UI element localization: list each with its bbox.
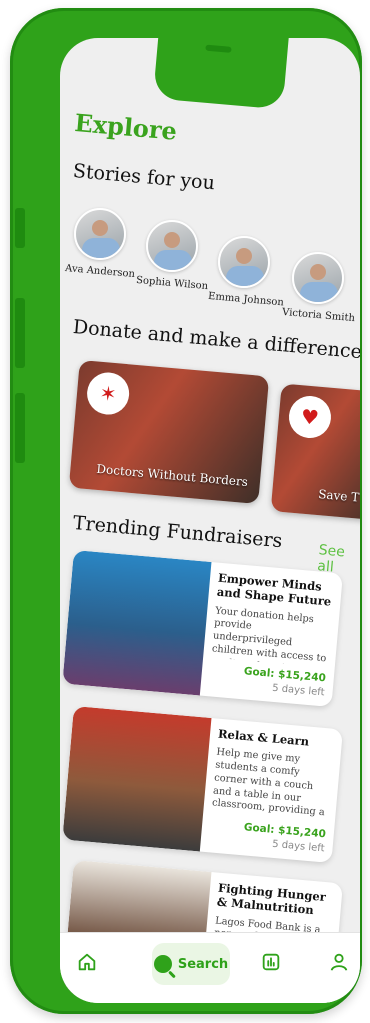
fundraiser-goal: Goal: $15,240 xyxy=(243,821,327,841)
story-name: Sophia Wilson xyxy=(135,274,209,293)
story-item[interactable]: Victoria Smith xyxy=(281,252,356,325)
story-item[interactable]: Emma Johnson xyxy=(207,236,285,309)
trending-heading: Trending Fundraisers xyxy=(72,512,284,553)
org-card-doctors-without-borders[interactable]: ✶ Doctors Without Borders xyxy=(68,359,270,505)
story-name: Ava Anderson xyxy=(64,262,136,281)
org-card-save-the-children[interactable]: ♥ Save T xyxy=(270,383,360,521)
phone-frame: Explore Stories for you Ava Anderson Sop… xyxy=(10,8,362,1014)
stories-heading: Stories for you xyxy=(72,160,216,195)
nav-search-label: Search xyxy=(177,956,229,972)
story-name: Emma Johnson xyxy=(207,290,285,309)
avatar xyxy=(218,236,270,288)
story-item[interactable]: Ava Anderson xyxy=(64,208,136,281)
avatar xyxy=(146,220,198,272)
avatar xyxy=(74,208,126,260)
fundraiser-description: Your donation helps provide underprivile… xyxy=(211,605,327,668)
app-screen: Explore Stories for you Ava Anderson Sop… xyxy=(60,38,360,1003)
fundraiser-days-left: 5 days left xyxy=(271,682,325,699)
nav-search[interactable]: Search xyxy=(152,943,230,985)
page-title: Explore xyxy=(73,108,179,146)
volume-down-button xyxy=(15,393,25,463)
side-button xyxy=(15,208,25,248)
search-icon xyxy=(153,955,172,973)
fundraiser-title: Relax & Learn xyxy=(217,726,310,749)
fundraiser-days-left: 5 days left xyxy=(271,838,325,855)
org-name: Save T xyxy=(317,487,360,505)
fundraiser-title: Empower Minds and Shape Future xyxy=(216,570,332,609)
stats-icon xyxy=(262,953,280,971)
camera-notch xyxy=(152,38,290,110)
nav-stats[interactable] xyxy=(256,947,286,977)
msf-logo-icon: ✶ xyxy=(98,380,118,407)
fundraiser-image xyxy=(62,550,212,696)
msf-logo: ✶ xyxy=(85,370,131,417)
fundraiser-card[interactable]: Empower Minds and Shape Future Your dona… xyxy=(62,550,343,708)
fundraiser-description: Help me give my students a comfy corner … xyxy=(211,746,326,822)
story-item[interactable]: Sophia Wilson xyxy=(135,220,209,293)
fundraiser-title: Fighting Hunger & Malnutrition xyxy=(216,880,327,918)
home-icon xyxy=(78,953,96,971)
avatar xyxy=(292,252,344,304)
nav-home[interactable] xyxy=(72,947,102,977)
profile-icon xyxy=(330,953,348,971)
bottom-nav: Search xyxy=(60,932,360,1003)
donate-heading: Donate and make a difference xyxy=(72,316,360,364)
nav-profile[interactable] xyxy=(324,947,354,977)
org-name: Doctors Without Borders xyxy=(95,461,249,490)
heart-icon: ♥ xyxy=(299,404,320,430)
volume-up-button xyxy=(15,298,25,368)
save-the-children-logo: ♥ xyxy=(287,394,333,440)
fundraiser-card[interactable]: Relax & Learn Help me give my students a… xyxy=(62,706,343,864)
fundraiser-goal: Goal: $15,240 xyxy=(243,665,327,685)
fundraiser-image xyxy=(62,706,212,852)
story-name: Victoria Smith xyxy=(281,306,356,325)
